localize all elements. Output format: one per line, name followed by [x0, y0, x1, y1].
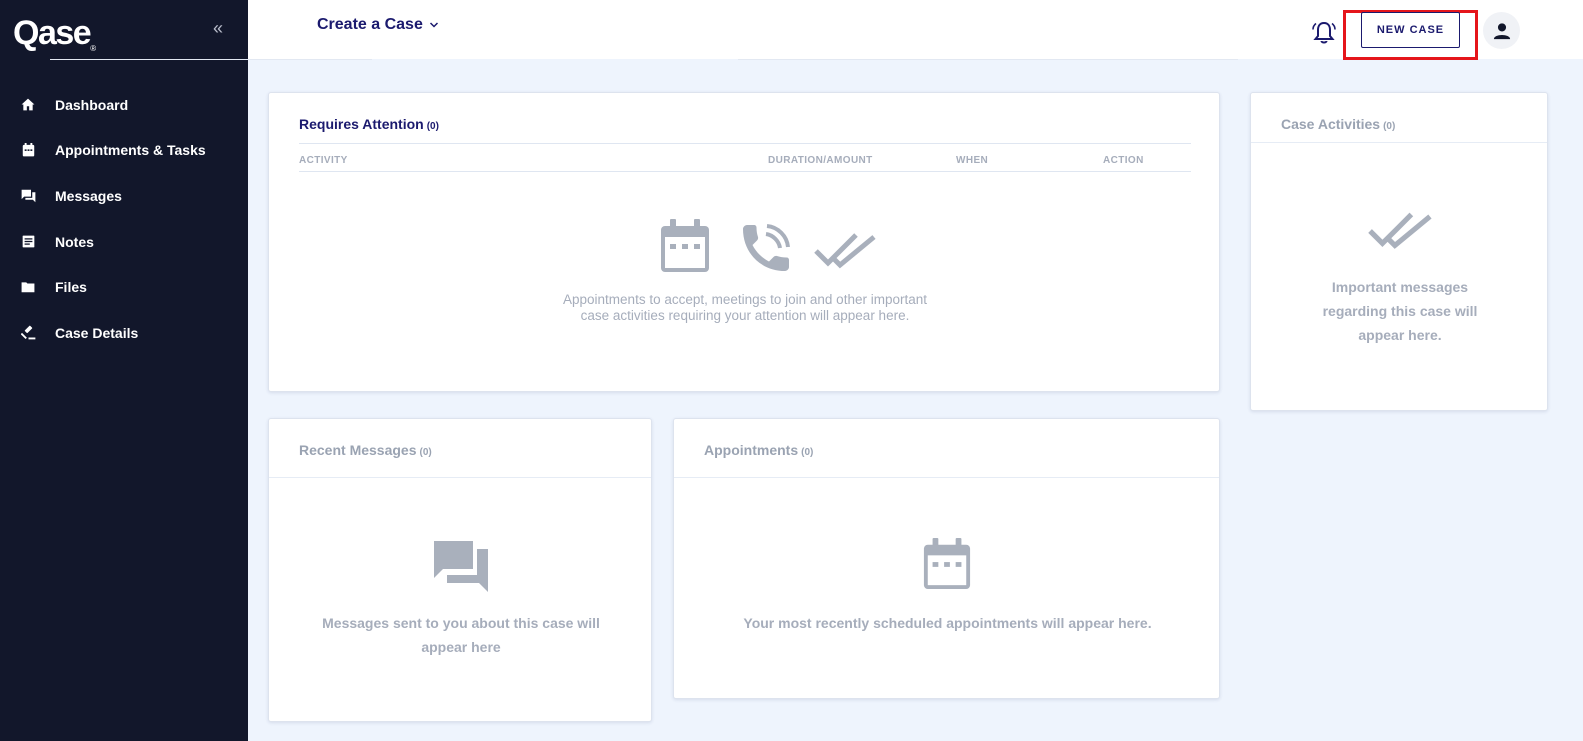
empty-text-line: Important messages	[1331, 279, 1469, 295]
registered-mark: ®	[90, 44, 97, 53]
sidebar-item-label: Notes	[55, 233, 94, 250]
gavel-icon	[20, 325, 36, 341]
home-icon	[20, 97, 36, 113]
recent-messages-empty-text: Messages sent to you about this case wil…	[299, 611, 623, 659]
collapse-sidebar-icon[interactable]: «	[213, 18, 223, 39]
phone-call-icon	[743, 224, 790, 271]
chat-icon	[434, 541, 488, 592]
empty-text-line: appear here.	[1358, 327, 1442, 343]
sidebar-item-label: Files	[55, 279, 87, 296]
new-case-button[interactable]: NEW CASE	[1361, 12, 1460, 48]
table-header-top-line	[299, 143, 1191, 144]
case-select-label: Create a Case	[317, 16, 423, 33]
empty-text-line: appear here	[421, 639, 501, 655]
case-select-dropdown[interactable]: Create a Case	[317, 16, 439, 34]
column-header-activity: ACTIVITY	[299, 155, 348, 166]
card-title-text: Requires Attention	[299, 116, 424, 132]
sidebar-item-dashboard[interactable]: Dashboard	[0, 82, 248, 128]
double-check-icon	[1368, 212, 1432, 249]
notes-icon	[20, 234, 36, 250]
top-header: Create a Case NEW CASE	[248, 0, 1583, 60]
card-title-text: Appointments	[704, 442, 799, 458]
requires-attention-title: Requires Attention (0)	[299, 116, 439, 132]
case-activities-empty-text: Important messages regarding this case w…	[1281, 275, 1519, 347]
user-avatar[interactable]	[1483, 12, 1520, 49]
sidebar-item-label: Messages	[55, 187, 122, 204]
sidebar: Qase® « Dashboard Appointments & Tasks M…	[0, 0, 248, 741]
sidebar-item-label: Case Details	[55, 324, 139, 341]
sidebar-item-case-details[interactable]: Case Details	[0, 310, 248, 356]
sidebar-item-notes[interactable]: Notes	[0, 219, 248, 265]
recent-messages-card: Recent Messages (0) Messages sent to you …	[268, 418, 652, 722]
appointments-card: Appointments (0) Your most recently sched…	[673, 418, 1220, 699]
calendar-icon	[20, 142, 36, 158]
sidebar-item-label: Appointments & Tasks	[55, 142, 206, 159]
user-icon	[1493, 22, 1510, 39]
calendar-icon	[661, 219, 709, 272]
empty-text-line: Messages sent to you about this case wil…	[322, 615, 600, 631]
qase-logo[interactable]: Qase®	[13, 14, 96, 53]
card-count: (0)	[1383, 121, 1396, 132]
card-count: (0)	[426, 121, 439, 132]
requires-attention-empty-text: Appointments to accept, meetings to join…	[499, 292, 991, 324]
empty-text-line: Appointments to accept, meetings to join…	[563, 292, 927, 307]
card-divider	[674, 477, 1219, 478]
table-header-bottom-line	[299, 171, 1191, 172]
sidebar-item-label: Dashboard	[55, 96, 129, 113]
column-header-when: WHEN	[956, 155, 989, 166]
folder-icon	[20, 279, 36, 295]
sidebar-item-appointments-tasks[interactable]: Appointments & Tasks	[0, 128, 248, 174]
card-divider	[269, 477, 651, 478]
double-check-icon	[814, 233, 876, 269]
card-title-text: Case Activities	[1281, 116, 1381, 132]
sidebar-nav: Dashboard Appointments & Tasks Messages …	[0, 82, 248, 356]
column-header-action: ACTION	[1103, 155, 1144, 166]
chevron-down-icon	[429, 22, 438, 28]
case-activities-card: Case Activities (0) Important messages re…	[1250, 92, 1548, 411]
empty-text-line: regarding this case will	[1322, 303, 1478, 319]
appointments-title: Appointments (0)	[704, 442, 813, 458]
notification-bell-icon[interactable]	[1311, 20, 1337, 46]
logo-text: Qase	[13, 14, 92, 52]
column-header-duration-amount: DURATION/AMOUNT	[768, 155, 873, 166]
card-count: (0)	[419, 447, 432, 458]
recent-messages-title: Recent Messages (0)	[299, 442, 432, 458]
sidebar-item-files[interactable]: Files	[0, 264, 248, 310]
card-title-text: Recent Messages	[299, 442, 417, 458]
card-count: (0)	[801, 447, 814, 458]
chat-icon	[20, 188, 36, 204]
case-activities-title: Case Activities (0)	[1281, 116, 1395, 132]
requires-attention-card: Requires Attention (0) ACTIVITY DURATION/…	[268, 92, 1220, 392]
empty-text-line: case activities requiring your attention…	[580, 308, 910, 323]
header-divider-left	[50, 59, 372, 60]
card-divider	[1251, 142, 1547, 143]
appointments-empty-text: Your most recently scheduled appointment…	[704, 611, 1191, 635]
header-divider-right	[738, 59, 1238, 60]
empty-text-line: Your most recently scheduled appointment…	[743, 615, 1152, 631]
sidebar-item-messages[interactable]: Messages	[0, 173, 248, 219]
calendar-icon	[923, 538, 971, 589]
